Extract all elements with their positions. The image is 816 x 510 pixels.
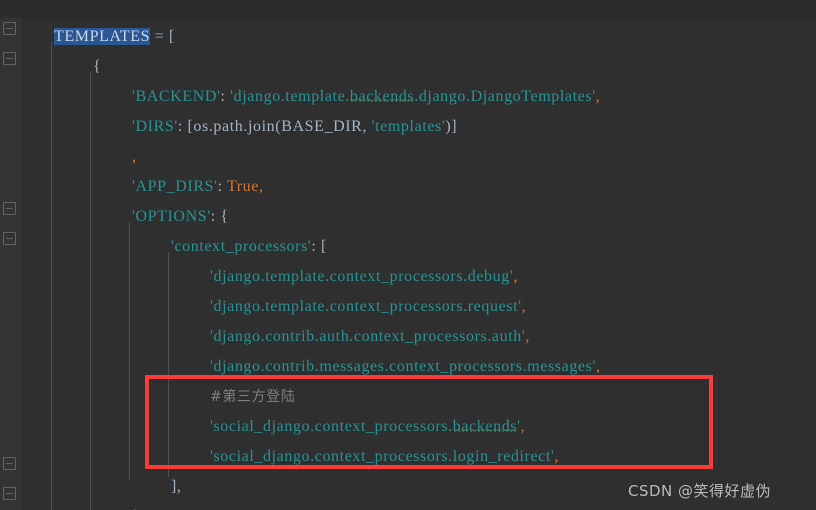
editor-toolbar-strip <box>0 0 816 18</box>
code-token: 'OPTIONS' <box>132 208 211 225</box>
code-token: 'DIRS' <box>132 118 178 135</box>
code-token: 'BACKEND' <box>132 88 221 105</box>
indent-guide <box>168 252 169 477</box>
code-token: : <box>220 88 231 105</box>
code-token: 'context_processors' <box>171 238 312 255</box>
code-token: , <box>520 418 526 435</box>
code-fold-icon[interactable] <box>3 202 16 215</box>
code-line[interactable]: 'django.contrib.messages.context_process… <box>210 352 601 382</box>
code-token: 'templates' <box>371 118 446 135</box>
spellcheck-underlined-token: backends <box>349 88 415 105</box>
code-token: )] <box>445 118 458 135</box>
code-line[interactable]: , <box>132 142 137 172</box>
code-fold-icon[interactable] <box>3 52 16 65</box>
code-line[interactable]: 'django.contrib.auth.context_processors.… <box>210 322 530 352</box>
code-line[interactable]: { <box>93 52 101 82</box>
code-fold-icon[interactable] <box>3 457 16 470</box>
code-token: : [os.path.join(BASE_DIR, <box>177 118 372 135</box>
code-line[interactable]: } <box>132 502 140 510</box>
code-token: , <box>554 448 560 465</box>
code-line[interactable]: #第三方登陆 <box>210 382 295 412</box>
code-token: 'APP_DIRS' <box>132 178 218 195</box>
code-token: [ <box>168 28 175 45</box>
indent-guide <box>51 42 52 510</box>
code-line[interactable]: 'BACKEND': 'django.template.backends.dja… <box>132 82 600 112</box>
code-token: , <box>595 358 601 375</box>
code-line[interactable]: 'APP_DIRS': True, <box>132 172 264 202</box>
code-token: : <box>217 178 227 195</box>
code-token: , <box>525 328 530 345</box>
code-line[interactable]: 'OPTIONS': { <box>132 202 229 232</box>
code-line[interactable]: 'DIRS': [os.path.join(BASE_DIR, 'templat… <box>132 112 457 142</box>
code-token: 'django.template. <box>230 88 350 105</box>
code-token: 'django.contrib.auth.context_processors.… <box>210 328 526 345</box>
indent-guide <box>90 72 91 510</box>
spellcheck-underlined-token: backends <box>452 418 518 435</box>
code-token: , <box>513 268 518 285</box>
code-line[interactable]: ], <box>171 472 182 502</box>
code-token: 'django.template.context_processors.requ… <box>210 298 522 315</box>
code-token: #第三方登陆 <box>210 389 296 405</box>
code-token: TEMPLATES <box>54 28 151 45</box>
code-token: { <box>93 58 102 75</box>
code-token: 'django.contrib.messages.context_process… <box>210 358 596 375</box>
code-token: , <box>595 88 601 105</box>
code-fold-icon[interactable] <box>3 487 16 500</box>
code-token: , <box>258 178 264 195</box>
code-line[interactable]: 'django.template.context_processors.requ… <box>210 292 526 322</box>
code-line[interactable]: 'social_django.context_processors.backen… <box>210 412 525 442</box>
code-editor-surface[interactable]: TEMPLATES = [ { 'BACKEND': 'django.templat… <box>50 18 816 510</box>
code-fold-icon[interactable] <box>3 232 16 245</box>
code-token: : { <box>210 208 229 225</box>
code-token: , <box>521 298 527 315</box>
code-token: 'django.template.context_processors.debu… <box>210 268 514 285</box>
code-line[interactable]: 'context_processors': [ <box>171 232 327 262</box>
code-token: 'social_django.context_processors. <box>210 418 453 435</box>
code-fold-icon[interactable] <box>3 22 16 35</box>
code-token: , <box>132 148 137 165</box>
indent-guide <box>129 222 130 480</box>
code-token: True <box>226 178 259 195</box>
code-line[interactable]: 'django.template.context_processors.debu… <box>210 262 518 292</box>
code-line[interactable]: 'social_django.context_processors.login_… <box>210 442 559 472</box>
code-token: = <box>154 28 165 45</box>
code-token: : [ <box>311 238 327 255</box>
csdn-watermark: CSDN @笑得好虚伪 <box>628 482 772 500</box>
code-line[interactable]: TEMPLATES = [ <box>54 22 175 52</box>
code-fold-marker-layer[interactable] <box>3 0 28 510</box>
code-token: ], <box>171 478 182 495</box>
code-token: .django.DjangoTemplates' <box>414 88 596 105</box>
code-token: 'social_django.context_processors.login_… <box>210 448 555 465</box>
screenshot-root: TEMPLATES = [ { 'BACKEND': 'django.templat… <box>0 0 816 510</box>
